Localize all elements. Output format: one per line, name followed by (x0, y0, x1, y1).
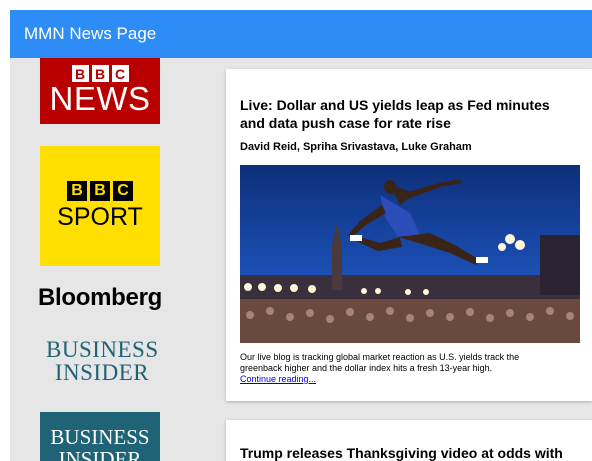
bbc-block: B (67, 180, 87, 201)
bbc-news-word: NEWS (49, 80, 151, 117)
bbc-block: C (113, 180, 133, 201)
business-insider-logo[interactable]: BUSINESS INSIDER (46, 338, 158, 390)
main-area: B B C NEWS B B C SPORT Bloomberg BUSINES… (10, 58, 592, 461)
article-summary: Our live blog is tracking global market … (240, 352, 520, 373)
bi-line1: BUSINESS (46, 337, 159, 362)
article-title: Trump releases Thanksgiving video at odd… (240, 445, 563, 461)
article-card: Live: Dollar and US yields leap as Fed m… (226, 69, 592, 401)
bbc-sport-logo[interactable]: B B C SPORT (40, 146, 160, 266)
bi-line2: INSIDER (58, 447, 142, 461)
article-authors: David Reid, Spriha Srivastava, Luke Grah… (240, 141, 472, 153)
bbc-sport-word: SPORT (57, 202, 143, 231)
article-card: Trump releases Thanksgiving video at odd… (226, 420, 592, 461)
bbc-blocks: B B C (67, 180, 133, 201)
continue-reading-link[interactable]: Continue reading... (240, 374, 316, 384)
app-header: MMN News Page (10, 10, 592, 58)
page-title: MMN News Page (24, 24, 157, 43)
article-title: Live: Dollar and US yields leap as Fed m… (240, 97, 550, 131)
article-photo (240, 165, 580, 343)
bi-line2: INSIDER (54, 360, 150, 385)
bbc-news-logo[interactable]: B B C NEWS (40, 58, 160, 124)
bi-line1: BUSINESS (50, 425, 150, 449)
bbc-block: B (90, 180, 110, 201)
business-insider-boxed-logo[interactable]: BUSINESS INSIDER (40, 412, 160, 461)
bloomberg-logo[interactable]: Bloomberg (38, 284, 168, 318)
bloomberg-word: Bloomberg (38, 284, 162, 311)
